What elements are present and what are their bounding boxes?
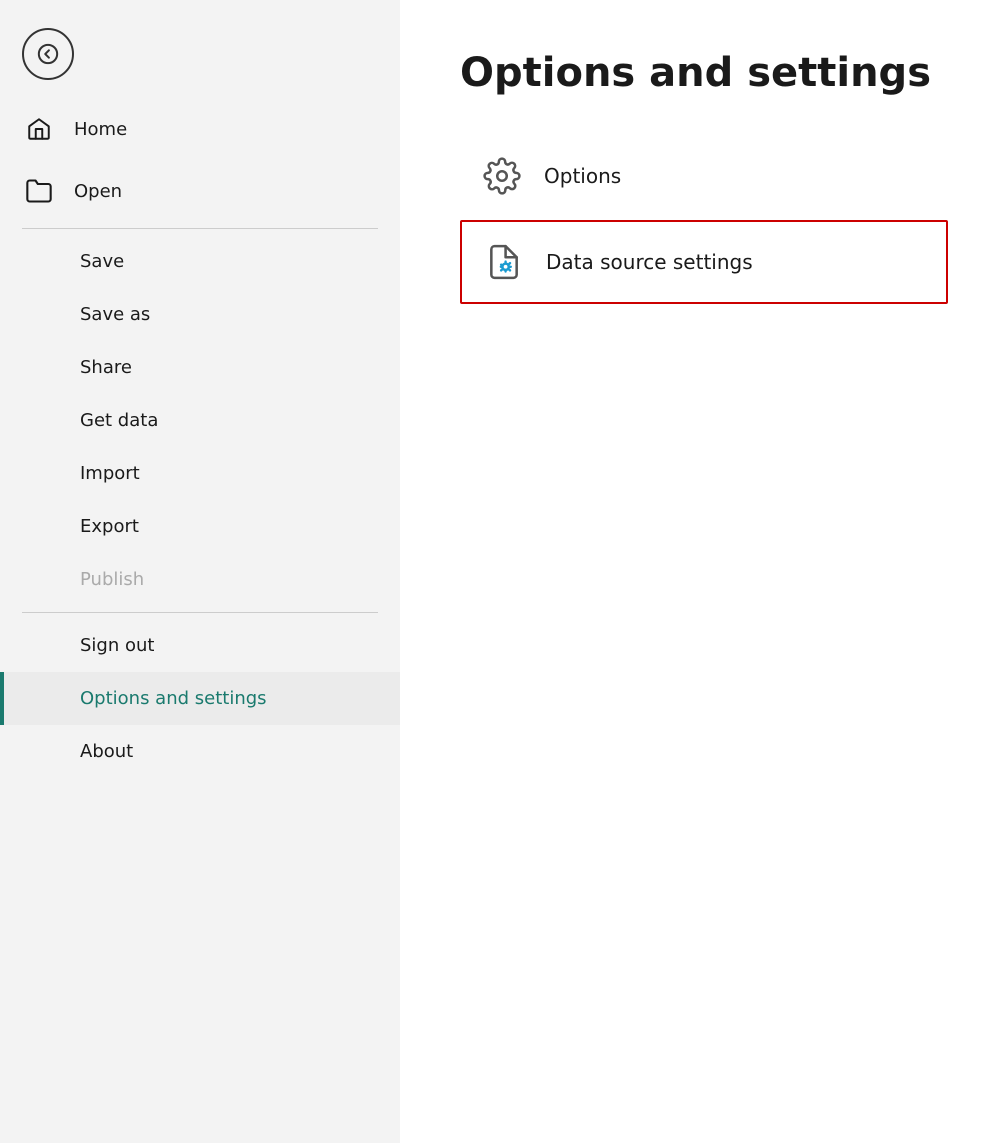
sidebar-item-export[interactable]: Export: [0, 500, 400, 553]
data-source-settings-label: Data source settings: [546, 250, 753, 274]
home-icon: [22, 112, 56, 146]
sidebar-item-open-label: Open: [74, 181, 122, 202]
data-source-settings-item[interactable]: Data source settings: [460, 220, 948, 304]
sidebar-item-publish[interactable]: Publish: [0, 553, 400, 606]
sidebar-item-home-label: Home: [74, 119, 127, 140]
sidebar-item-import[interactable]: Import: [0, 447, 400, 500]
divider-top: [22, 228, 378, 229]
sidebar-item-save[interactable]: Save: [0, 235, 400, 288]
sidebar-item-options-and-settings[interactable]: Options and settings: [0, 672, 400, 725]
main-content: Options and settings Options Data source…: [400, 0, 1008, 1143]
gear-icon: [480, 154, 524, 198]
folder-icon: [22, 174, 56, 208]
page-title: Options and settings: [460, 50, 948, 96]
sidebar-item-share[interactable]: Share: [0, 341, 400, 394]
options-label: Options: [544, 164, 621, 188]
sidebar-item-home[interactable]: Home: [0, 98, 400, 160]
divider-bottom: [22, 612, 378, 613]
sidebar-item-open[interactable]: Open: [0, 160, 400, 222]
options-settings-item[interactable]: Options: [460, 136, 948, 216]
back-button[interactable]: [22, 28, 74, 80]
sidebar: Home Open Save Save as Share Get data Im…: [0, 0, 400, 1143]
sidebar-item-sign-out[interactable]: Sign out: [0, 619, 400, 672]
sidebar-item-save-as[interactable]: Save as: [0, 288, 400, 341]
sidebar-item-get-data[interactable]: Get data: [0, 394, 400, 447]
data-source-icon: [482, 240, 526, 284]
sidebar-item-about[interactable]: About: [0, 725, 400, 778]
